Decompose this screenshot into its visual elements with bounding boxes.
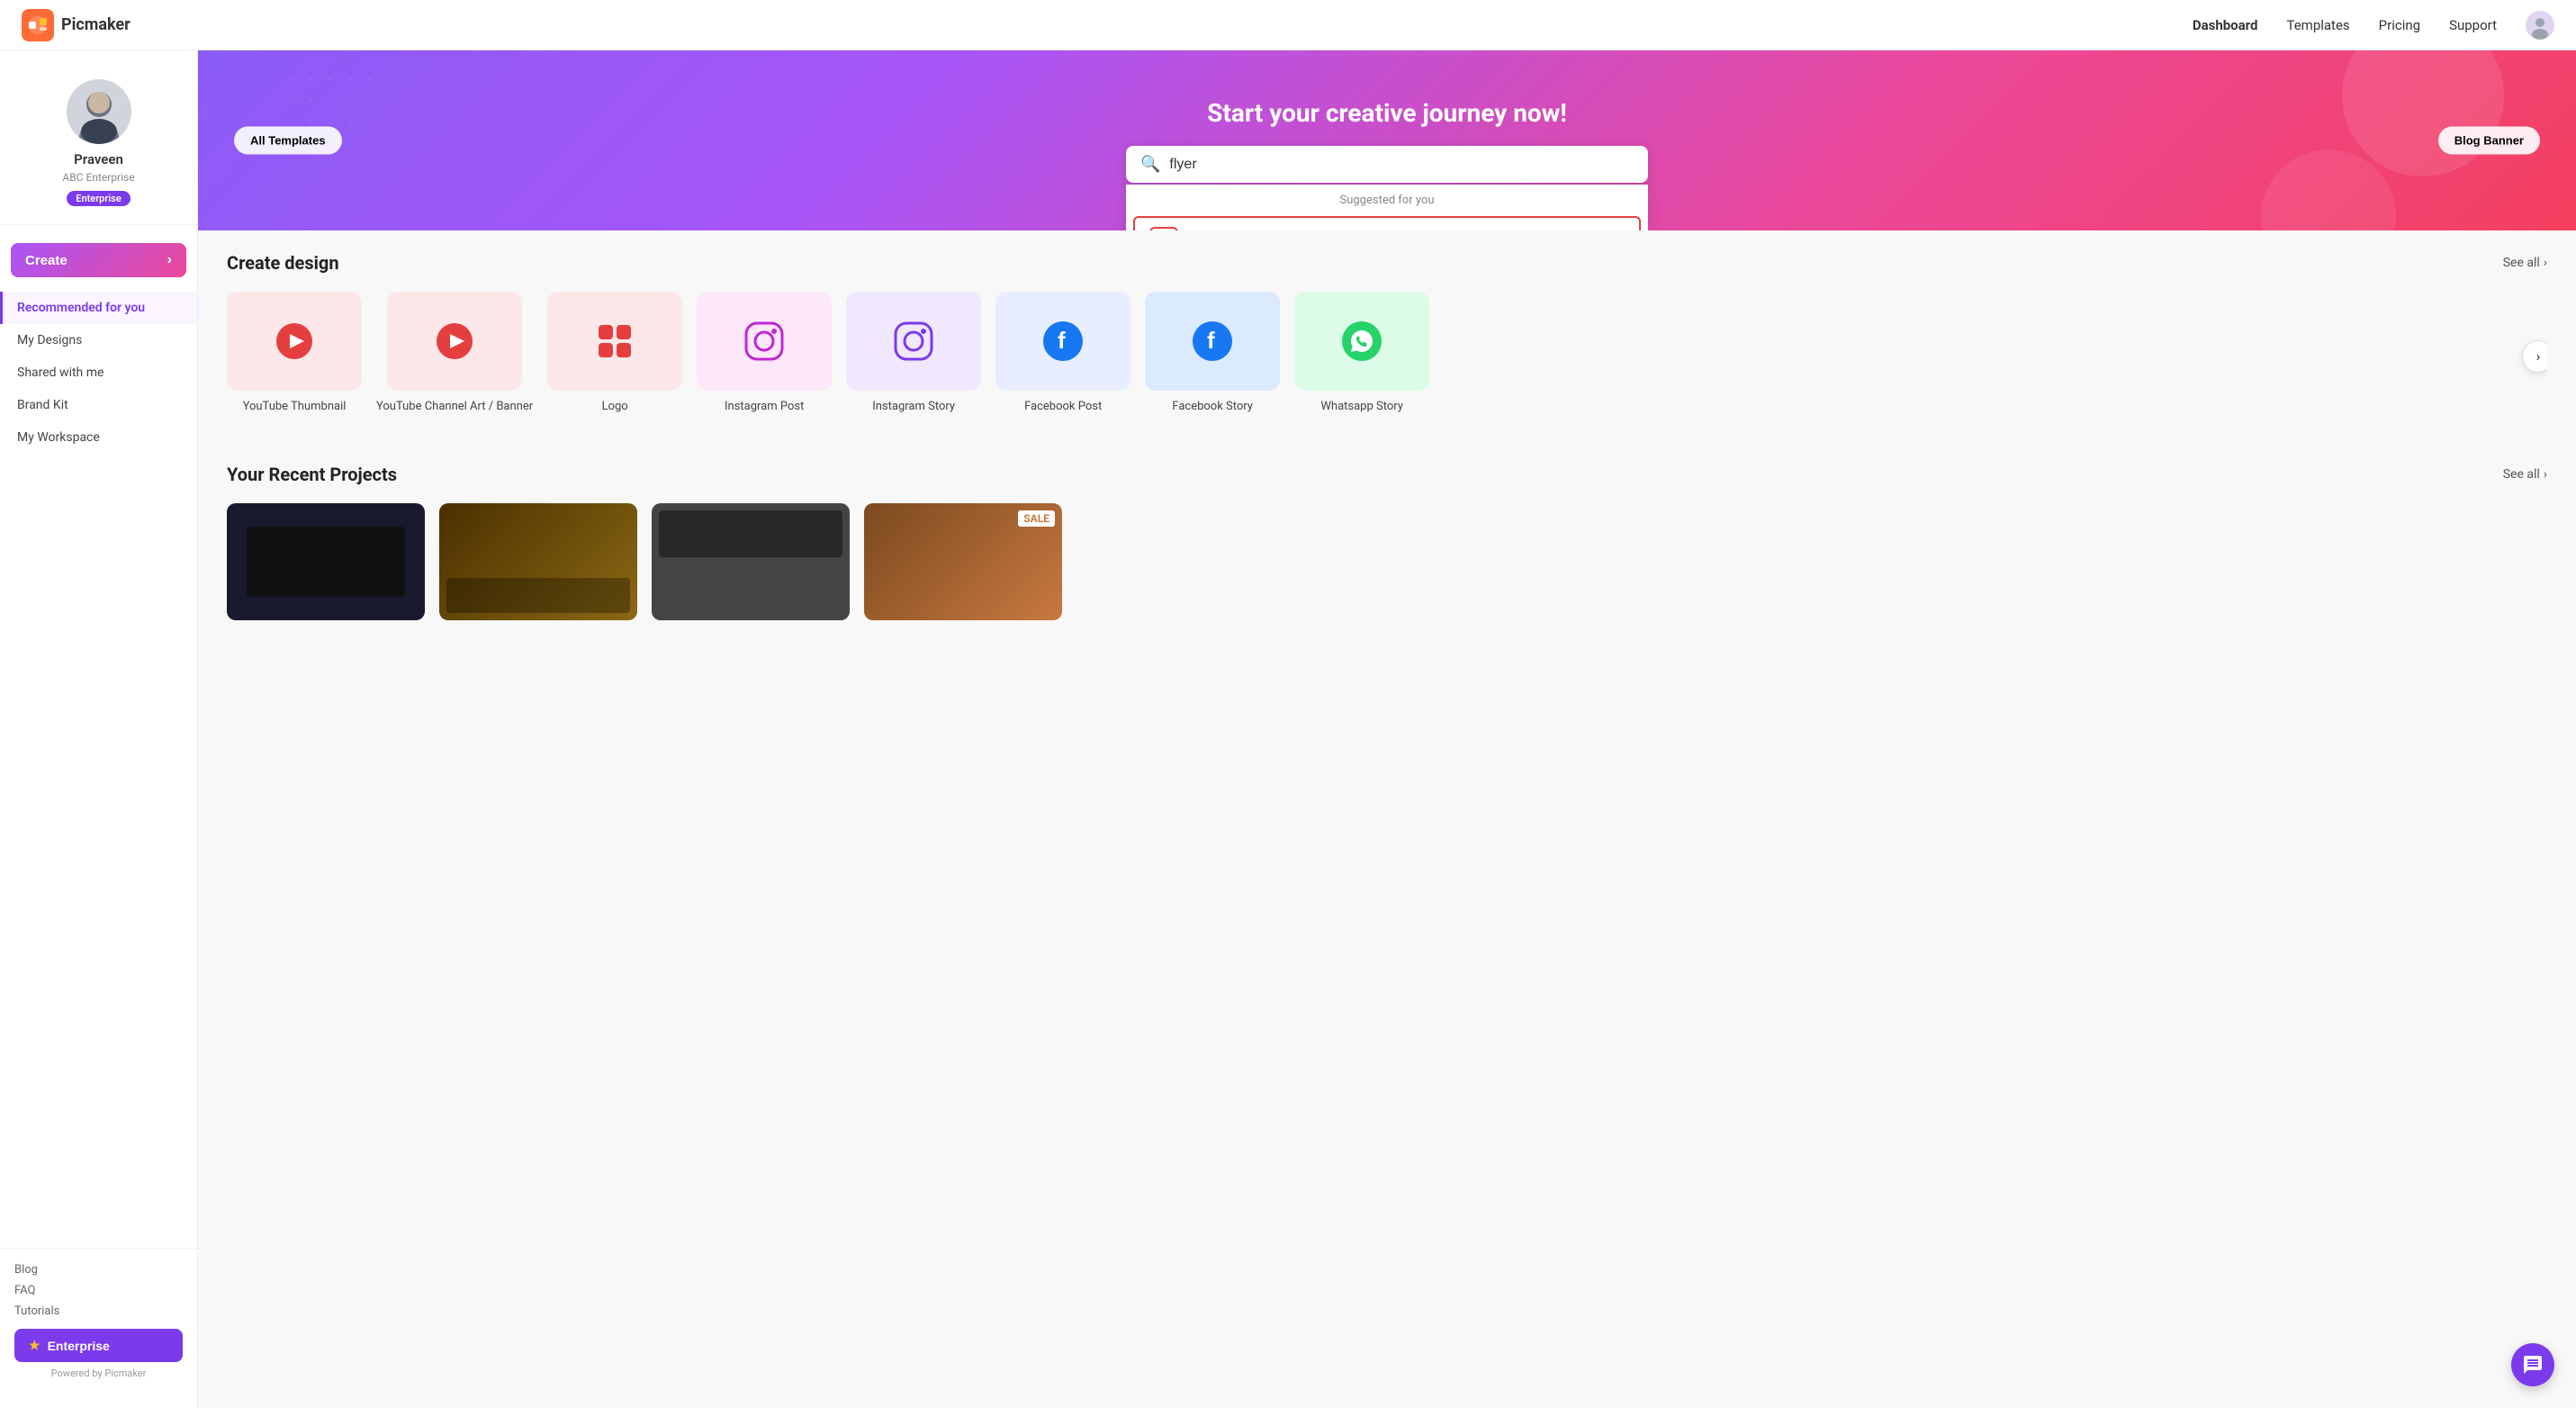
nav-support[interactable]: Support [2449,17,2497,33]
hero-content: Start your creative journey now! 🔍 Sugge… [1126,98,1648,183]
flyer-icon [1149,227,1178,230]
search-suggested-label: Suggested for you [1126,185,1648,216]
search-suggestion-flyer[interactable]: Flyer 210 x 297 mm [1133,216,1641,230]
recent-projects-title: Your Recent Projects [227,464,397,485]
nav-templates[interactable]: Templates [2286,17,2349,33]
footer-blog[interactable]: Blog [14,1263,183,1277]
sidebar-item-brand-kit[interactable]: Brand Kit [0,389,197,421]
youtube-icon [273,320,316,363]
nav-dashboard[interactable]: Dashboard [2193,17,2258,33]
create-design-see-all[interactable]: See all › [2503,256,2547,270]
sidebar-user: Praveen ABC Enterprise Enterprise [0,65,197,225]
sidebar: Praveen ABC Enterprise Enterprise Create… [0,50,198,1408]
project-card-3[interactable] [652,503,850,620]
hero-decoration-1 [2342,50,2504,176]
scroll-right-arrow[interactable]: › [2522,340,2547,373]
search-input[interactable] [1169,157,1634,173]
app-container: Picmaker Dashboard Templates Pricing Sup… [0,0,2576,1408]
user-company: ABC Enterprise [62,171,134,184]
nav-right: Dashboard Templates Pricing Support [2193,11,2554,40]
design-card-fb-post[interactable]: f Facebook Post [995,292,1130,413]
nav-pricing[interactable]: Pricing [2379,17,2420,33]
all-templates-button[interactable]: All Templates [234,127,342,155]
create-button[interactable]: Create › [11,243,186,277]
powered-by: Powered by Picmaker [14,1367,183,1379]
design-card-insta-story[interactable]: Instagram Story [846,292,981,413]
main-layout: Praveen ABC Enterprise Enterprise Create… [0,50,2576,1408]
user-badge: Enterprise [67,191,131,206]
instagram-story-icon [892,320,935,363]
sidebar-nav: Recommended for you My Designs Shared wi… [0,292,197,1248]
logo-icon [593,320,636,363]
create-design-section: Create design See all › [198,230,2576,442]
svg-text:f: f [1058,327,1066,354]
create-arrow-icon: › [167,252,172,268]
user-name: Praveen [74,151,123,167]
hero-title: Start your creative journey now! [1126,98,1648,128]
star-icon: ★ [29,1338,41,1353]
design-cards: YouTube Thumbnail YouTube Channel Art / … [227,292,2547,420]
chat-icon [2522,1354,2544,1376]
youtube-channel-icon [433,320,476,363]
recent-projects-see-all[interactable]: See all › [2503,467,2547,482]
whatsapp-icon [1340,320,1383,363]
user-avatar-image [67,79,131,144]
project-cards: SALE [227,503,2547,620]
blog-banner-button[interactable]: Blog Banner [2438,127,2540,155]
sidebar-item-my-designs[interactable]: My Designs [0,324,197,357]
sidebar-item-recommended[interactable]: Recommended for you [0,292,197,324]
hero-banner: · · · · ·· · · · ·· · · · · All Template… [198,50,2576,230]
design-card-insta-post[interactable]: Instagram Post [697,292,832,413]
main-content: · · · · ·· · · · ·· · · · · All Template… [198,50,2576,1408]
facebook-story-icon: f [1191,320,1234,363]
svg-text:f: f [1207,327,1215,354]
chat-bubble[interactable] [2511,1343,2554,1386]
footer-faq[interactable]: FAQ [14,1284,183,1297]
top-nav: Picmaker Dashboard Templates Pricing Sup… [0,0,2576,50]
app-name: Picmaker [61,15,131,34]
project-card-1[interactable] [227,503,425,620]
user-avatar [67,79,131,144]
design-card-fb-story[interactable]: f Facebook Story [1145,292,1280,413]
search-container: 🔍 Suggested for you [1126,146,1648,183]
create-design-header: Create design See all › [227,252,2547,274]
sidebar-footer: Blog FAQ Tutorials ★ Enterprise Powered … [0,1248,197,1394]
hero-dots: · · · · ·· · · · ·· · · · · [288,68,378,133]
sidebar-item-shared[interactable]: Shared with me [0,357,197,389]
design-card-whatsapp[interactable]: Whatsapp Story [1294,292,1429,413]
search-dropdown: Suggested for you [1126,185,1648,230]
search-box: 🔍 [1126,146,1648,183]
sidebar-item-workspace[interactable]: My Workspace [0,421,197,454]
recent-projects-section: Your Recent Projects See all › [198,442,2576,642]
footer-tutorials[interactable]: Tutorials [14,1304,183,1318]
design-card-yt-channel[interactable]: YouTube Channel Art / Banner [376,292,533,413]
picmaker-logo-icon [22,9,54,41]
create-design-title: Create design [227,252,339,274]
design-card-yt-thumb[interactable]: YouTube Thumbnail [227,292,362,413]
enterprise-button[interactable]: ★ Enterprise [14,1329,183,1362]
instagram-post-icon [743,320,786,363]
avatar[interactable] [2526,11,2554,40]
project-card-2[interactable] [439,503,637,620]
project-card-4[interactable]: SALE [864,503,1062,620]
sidebar-footer-links: Blog FAQ Tutorials [14,1263,183,1318]
recent-projects-header: Your Recent Projects See all › [227,464,2547,485]
avatar-icon [2526,11,2554,40]
nav-logo: Picmaker [22,9,131,41]
search-icon: 🔍 [1140,155,1160,174]
facebook-post-icon: f [1041,320,1085,363]
design-card-logo[interactable]: Logo [547,292,682,413]
